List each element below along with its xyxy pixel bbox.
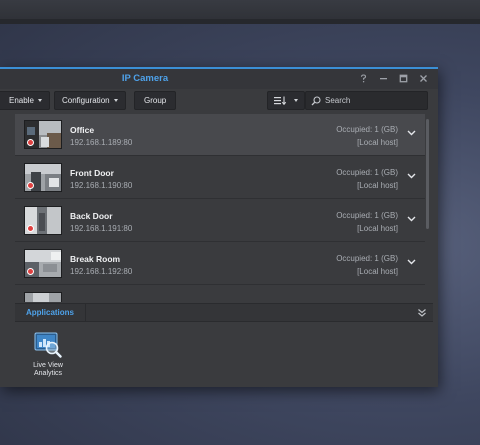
camera-thumbnail	[24, 163, 62, 192]
configuration-dropdown-button[interactable]: Configuration	[54, 91, 126, 110]
ip-camera-window: IP Camera Enable Configuration Group Sea…	[0, 67, 438, 387]
camera-thumbnail	[24, 292, 62, 302]
camera-host: [Local host]	[357, 181, 398, 190]
chevron-down-icon[interactable]	[407, 216, 416, 222]
camera-name: Office	[70, 125, 95, 135]
group-label: Group	[144, 96, 167, 105]
search-field[interactable]	[305, 91, 428, 110]
maximize-icon[interactable]	[399, 72, 410, 84]
camera-host: [Local host]	[357, 267, 398, 276]
tab-applications[interactable]: Applications	[15, 304, 87, 322]
toolbar: Enable Configuration Group	[0, 91, 438, 111]
sort-button[interactable]	[267, 91, 305, 110]
recording-indicator-icon	[27, 225, 34, 232]
camera-row-back-door[interactable]: Back Door 192.168.1.191:80 Occupied: 1 (…	[15, 200, 425, 242]
chevron-down-icon	[294, 99, 298, 102]
search-icon	[311, 95, 321, 105]
recording-indicator-icon	[27, 268, 34, 275]
configuration-label: Configuration	[62, 96, 110, 105]
camera-occupied: Occupied: 1 (GB)	[336, 211, 398, 220]
app-label: Live View Analytics	[33, 362, 63, 377]
group-button[interactable]: Group	[134, 91, 177, 110]
window-title: IP Camera	[121, 73, 169, 84]
camera-occupied: Occupied: 1 (GB)	[336, 125, 398, 134]
chevron-down-icon	[113, 99, 118, 102]
camera-name: Back Door	[70, 211, 113, 221]
chevron-down-icon	[37, 99, 42, 102]
camera-thumbnail	[24, 249, 62, 278]
camera-list: Office 192.168.1.189:80 Occupied: 1 (GB)…	[15, 114, 433, 302]
app-live-view-analytics[interactable]: Live View Analytics	[26, 332, 70, 378]
camera-ip: 192.168.1.190:80	[70, 181, 133, 190]
search-input[interactable]	[325, 96, 425, 105]
minimize-icon[interactable]	[379, 72, 390, 84]
recording-indicator-icon	[27, 139, 34, 146]
applications-bar: Applications	[15, 303, 433, 322]
desktop-top-bar	[0, 0, 480, 24]
chevron-down-icon[interactable]	[407, 173, 416, 179]
camera-name: Front Door	[70, 168, 114, 178]
camera-ip: 192.168.1.189:80	[70, 138, 133, 147]
live-view-analytics-icon	[34, 332, 62, 358]
enable-dropdown-button[interactable]: Enable	[0, 91, 50, 110]
camera-thumbnail	[24, 206, 62, 235]
window-titlebar[interactable]: IP Camera	[0, 69, 438, 89]
camera-occupied: Occupied: 1 (GB)	[336, 254, 398, 263]
camera-occupied: Occupied: 1 (GB)	[336, 168, 398, 177]
chevron-down-icon[interactable]	[407, 259, 416, 265]
camera-ip: 192.168.1.192:80	[70, 267, 133, 276]
chevron-down-icon[interactable]	[407, 130, 416, 136]
camera-name: Break Room	[70, 254, 121, 264]
camera-row-partial[interactable]	[15, 286, 425, 302]
camera-row-front-door[interactable]: Front Door 192.168.1.190:80 Occupied: 1 …	[15, 157, 425, 199]
double-chevron-down-icon[interactable]	[417, 308, 427, 318]
camera-row-break-room[interactable]: Break Room 192.168.1.192:80 Occupied: 1 …	[15, 243, 425, 285]
recording-indicator-icon	[27, 182, 34, 189]
list-scrollbar[interactable]	[426, 119, 429, 229]
help-icon[interactable]	[359, 72, 370, 84]
camera-thumbnail	[24, 120, 62, 149]
camera-ip: 192.168.1.191:80	[70, 224, 133, 233]
camera-row-office[interactable]: Office 192.168.1.189:80 Occupied: 1 (GB)…	[15, 114, 425, 156]
camera-host: [Local host]	[357, 224, 398, 233]
sort-icon	[274, 96, 287, 105]
close-icon[interactable]	[419, 72, 430, 84]
enable-label: Enable	[9, 96, 34, 105]
camera-host: [Local host]	[357, 138, 398, 147]
